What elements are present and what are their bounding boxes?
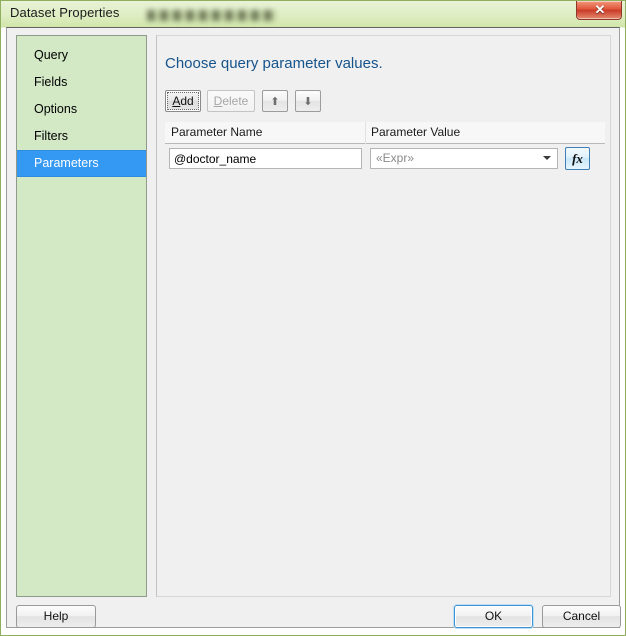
page-title: Choose query parameter values.: [165, 55, 383, 72]
ok-button[interactable]: OK: [454, 605, 533, 628]
content-panel: Choose query parameter values. Add Delet…: [156, 35, 611, 597]
grid-header-row: Parameter Name Parameter Value: [165, 122, 605, 144]
sidebar-item-label: Options: [34, 102, 78, 116]
add-button[interactable]: Add: [165, 90, 201, 112]
help-button[interactable]: Help: [16, 605, 96, 628]
arrow-down-icon: ⬇: [303, 96, 313, 108]
delete-button[interactable]: Delete: [207, 90, 255, 112]
move-down-button[interactable]: ⬇: [295, 90, 321, 112]
chevron-down-icon: [543, 156, 551, 160]
sidebar-item-label: Parameters: [34, 156, 99, 170]
move-up-button[interactable]: ⬆: [262, 90, 288, 112]
sidebar-nav: Query Fields Options Filters Parameters: [16, 35, 147, 597]
table-row: «Expr» fx: [165, 147, 605, 172]
expression-button[interactable]: fx: [565, 147, 590, 170]
focus-ring: [167, 92, 199, 110]
parameter-name-input[interactable]: [169, 148, 362, 169]
dialog-window: Dataset Properties ✕ Query Fields Option…: [0, 0, 626, 636]
sidebar-item-filters[interactable]: Filters: [17, 123, 146, 150]
sidebar-item-label: Fields: [34, 75, 68, 89]
delete-button-accesskey: D: [213, 94, 223, 108]
parameters-grid: Parameter Name Parameter Value «Expr» fx: [165, 122, 605, 170]
sidebar-item-query[interactable]: Query: [17, 42, 146, 69]
title-bar: Dataset Properties ✕: [1, 1, 625, 26]
close-icon: ✕: [594, 2, 606, 17]
delete-button-label-rest: elete: [222, 94, 249, 108]
fx-icon: fx: [572, 151, 583, 166]
sidebar-item-fields[interactable]: Fields: [17, 69, 146, 96]
cancel-button[interactable]: Cancel: [542, 605, 621, 628]
column-header-parameter-name: Parameter Name: [171, 125, 263, 139]
parameter-value-placeholder: «Expr»: [376, 151, 415, 165]
sidebar-item-options[interactable]: Options: [17, 96, 146, 123]
sidebar-item-parameters[interactable]: Parameters: [17, 150, 146, 177]
sidebar-item-label: Filters: [34, 129, 69, 143]
sidebar-item-label: Query: [34, 48, 69, 62]
dialog-client-area: Query Fields Options Filters Parameters …: [6, 27, 621, 628]
arrow-up-icon: ⬆: [270, 96, 280, 108]
close-button[interactable]: ✕: [576, 1, 622, 20]
window-title: Dataset Properties: [10, 5, 120, 20]
redacted-title-text: [147, 10, 277, 21]
parameter-value-dropdown[interactable]: «Expr»: [370, 148, 558, 169]
column-divider: [365, 122, 366, 144]
column-header-parameter-value: Parameter Value: [371, 125, 461, 139]
